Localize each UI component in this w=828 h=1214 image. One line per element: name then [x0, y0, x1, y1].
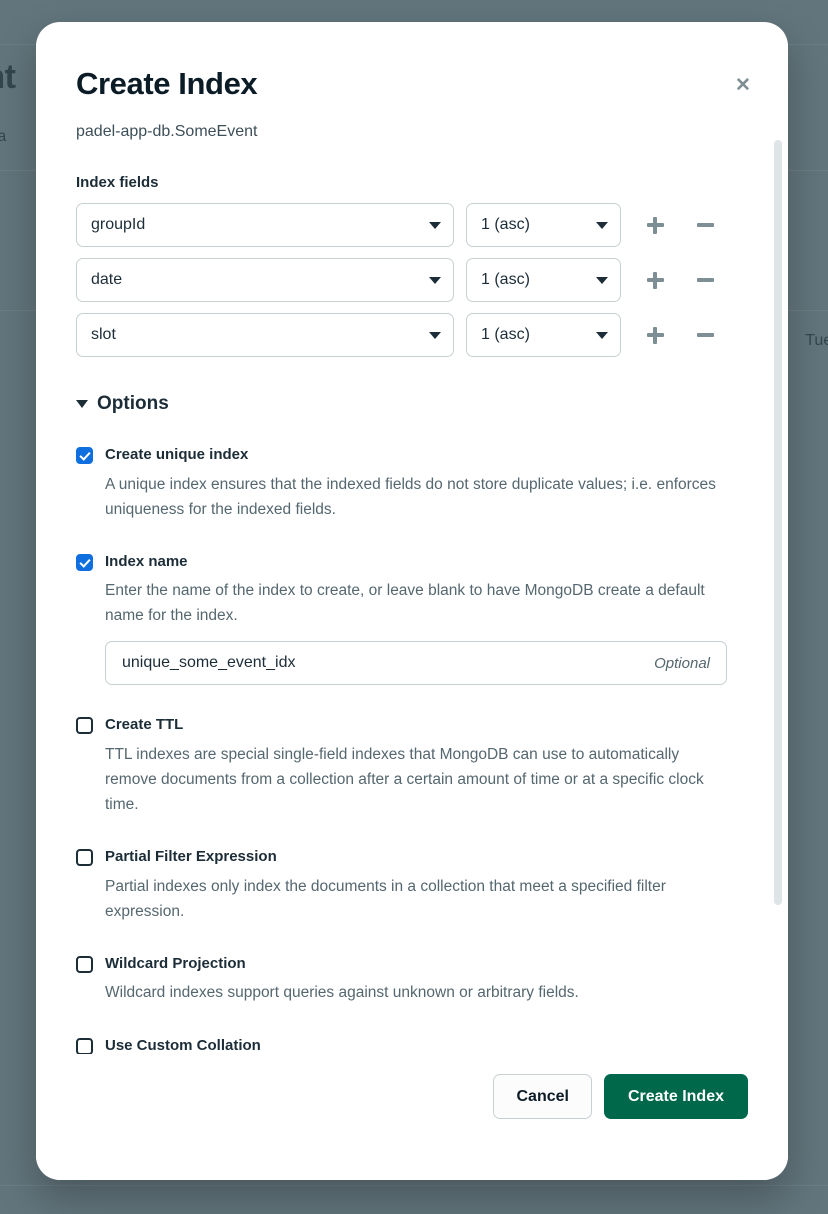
- background-page-subtext: ma: [0, 128, 7, 145]
- option-checkbox[interactable]: [76, 1037, 93, 1054]
- remove-index-field-button[interactable]: [693, 323, 717, 347]
- option-description: TTL indexes are special single-field ind…: [105, 745, 704, 814]
- index-field-row: date 1 (asc): [76, 258, 748, 302]
- add-index-field-button[interactable]: [643, 213, 667, 237]
- option-label: Use Custom Collation: [105, 1036, 261, 1054]
- option-checkbox[interactable]: [76, 955, 93, 973]
- index-name-input-wrap: unique_some_event_idx Optional: [105, 641, 748, 686]
- option-label: Partial Filter Expression: [105, 848, 277, 866]
- remove-index-field-button[interactable]: [693, 213, 717, 237]
- option-header: Wildcard Projection: [76, 954, 748, 974]
- option-label: Index name: [105, 552, 188, 570]
- chevron-down-icon: [596, 331, 608, 339]
- option-item: Partial Filter Expression Partial indexes…: [76, 847, 748, 924]
- index-order-select[interactable]: 1 (asc): [466, 258, 621, 302]
- index-order-value: 1 (asc): [481, 271, 530, 288]
- create-index-button[interactable]: Create Index: [603, 1074, 748, 1119]
- options-toggle[interactable]: Options: [76, 393, 748, 415]
- option-checkbox[interactable]: [76, 717, 93, 735]
- index-fields-label: Index fields: [76, 174, 159, 191]
- option-header: Index name: [76, 552, 748, 572]
- index-field-value: groupId: [91, 216, 146, 233]
- index-name-value: unique_some_event_idx: [122, 654, 296, 672]
- options-list: Create unique index A unique index ensure…: [76, 445, 748, 1054]
- option-header: Create unique index: [76, 445, 748, 465]
- index-order-value: 1 (asc): [481, 216, 530, 233]
- index-fields-list: groupId 1 (asc) date 1 (asc) slot 1 (asc): [76, 203, 748, 357]
- option-label: Create TTL: [105, 716, 184, 734]
- create-index-modal: ✕ Create Index padel-app-db.SomeEvent In…: [36, 22, 788, 1180]
- option-checkbox[interactable]: [76, 849, 93, 867]
- option-description: Partial indexes only index the documents…: [105, 877, 666, 920]
- index-field-select[interactable]: groupId: [76, 203, 454, 247]
- remove-index-field-button[interactable]: [693, 268, 717, 292]
- cancel-button[interactable]: Cancel: [493, 1074, 592, 1119]
- chevron-down-icon: [596, 221, 608, 229]
- index-order-select[interactable]: 1 (asc): [466, 203, 621, 247]
- background-page-right-text: Tue M: [805, 332, 828, 349]
- option-header: Use Custom Collation: [76, 1036, 748, 1054]
- index-name-optional-hint: Optional: [654, 654, 710, 672]
- add-index-field-button[interactable]: [643, 268, 667, 292]
- page-title: Create Index: [76, 66, 258, 101]
- add-index-field-button[interactable]: [643, 323, 667, 347]
- option-header: Partial Filter Expression: [76, 847, 748, 867]
- option-label: Create unique index: [105, 446, 249, 463]
- chevron-down-icon: [429, 276, 441, 284]
- index-field-select[interactable]: date: [76, 258, 454, 302]
- option-item: Use Custom CollationCollation allows use…: [76, 1036, 748, 1054]
- index-name-input[interactable]: unique_some_event_idx Optional: [105, 641, 727, 686]
- option-item: Wildcard Projection Wildcard indexes supp…: [76, 954, 748, 1006]
- option-item: Create TTL TTL indexes are special single…: [76, 715, 748, 817]
- option-description: A unique index ensures that the indexed …: [105, 475, 716, 518]
- option-label: Wildcard Projection: [105, 954, 246, 972]
- option-item: Create unique index A unique index ensure…: [76, 445, 748, 522]
- close-icon[interactable]: ✕: [730, 72, 756, 98]
- chevron-down-icon: [76, 400, 88, 408]
- option-header: Create TTL: [76, 715, 748, 735]
- background-page-heading: ent: [0, 58, 16, 96]
- index-order-select[interactable]: 1 (asc): [466, 313, 621, 357]
- modal-footer: Cancel Create Index: [36, 1054, 788, 1180]
- option-item: Index name Enter the name of the index to…: [76, 552, 748, 686]
- option-checkbox[interactable]: [76, 447, 93, 464]
- option-checkbox[interactable]: [76, 553, 93, 571]
- options-title: Options: [97, 393, 169, 414]
- index-field-row: groupId 1 (asc): [76, 203, 748, 247]
- chevron-down-icon: [429, 331, 441, 339]
- namespace-label: padel-app-db.SomeEvent: [76, 123, 258, 140]
- modal-scroll-area: Create Index padel-app-db.SomeEvent Inde…: [36, 22, 788, 1054]
- index-field-select[interactable]: slot: [76, 313, 454, 357]
- modal-scrollbar-thumb[interactable]: [774, 140, 782, 905]
- index-field-value: date: [91, 271, 123, 288]
- chevron-down-icon: [596, 276, 608, 284]
- index-field-value: slot: [91, 326, 116, 343]
- option-description: Wildcard indexes support queries against…: [105, 984, 579, 1002]
- background-divider: [0, 1185, 828, 1186]
- option-description: Enter the name of the index to create, o…: [105, 582, 705, 625]
- index-field-row: slot 1 (asc): [76, 313, 748, 357]
- index-order-value: 1 (asc): [481, 326, 530, 343]
- chevron-down-icon: [429, 221, 441, 229]
